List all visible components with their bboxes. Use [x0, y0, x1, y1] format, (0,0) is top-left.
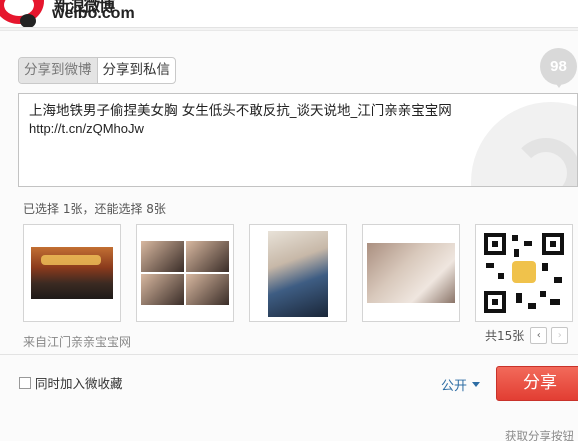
thumbnail-subway-closeup[interactable]	[362, 224, 460, 322]
next-page-button[interactable]: ›	[551, 327, 569, 344]
favorite-option[interactable]: 同时加入微收藏	[19, 373, 123, 392]
tab-share-to-private-message[interactable]: 分享到私信	[98, 58, 176, 83]
share-tabs: 分享到微博 分享到私信	[18, 57, 176, 84]
logo-url-text: weibo.com	[52, 5, 135, 22]
thumbnail-strip	[23, 224, 578, 324]
top-bar: 新浪微博 weibo.com	[0, 0, 578, 28]
prev-page-button[interactable]: ‹	[530, 327, 548, 344]
thumbnail-pager: 共15张 ‹ ›	[485, 327, 572, 344]
source-label: 来自江门亲亲宝宝网	[23, 335, 132, 349]
thumbnail-photo-collage[interactable]	[136, 224, 234, 322]
weibo-logo-icon[interactable]	[0, 0, 44, 27]
visibility-dropdown[interactable]: 公开	[441, 375, 481, 394]
thumbnail-subway-woman[interactable]	[249, 224, 347, 322]
thumbnail-qr-code[interactable]	[475, 224, 573, 322]
share-textarea[interactable]: 上海地铁男子偷捏美女胸 女生低头不敢反抗_谈天说地_江门亲亲宝宝网 http:/…	[18, 93, 578, 187]
share-button[interactable]: 分享	[496, 366, 578, 401]
caret-down-icon	[472, 382, 481, 387]
tab-share-to-weibo[interactable]: 分享到微博	[19, 58, 98, 83]
char-counter-badge: 98	[540, 48, 577, 88]
thumbnail-night-street-crowd[interactable]	[23, 224, 121, 322]
pager-count: 共15张	[485, 329, 525, 343]
favorite-label: 同时加入微收藏	[35, 376, 123, 391]
get-share-button-link[interactable]: 获取分享按钮	[505, 428, 574, 441]
divider	[0, 354, 578, 355]
share-panel: 分享到微博 分享到私信 98 上海地铁男子偷捏美女胸 女生低头不敢反抗_谈天说地…	[0, 30, 578, 441]
visibility-label: 公开	[441, 379, 468, 394]
share-text-url: http://t.cn/zQMhoJw	[29, 121, 144, 136]
share-text-title: 上海地铁男子偷捏美女胸 女生低头不敢反抗_谈天说地_江门亲亲宝宝网	[29, 103, 452, 119]
favorite-checkbox[interactable]	[19, 376, 31, 389]
selection-info: 已选择 1张，还能选择 8张	[23, 202, 166, 216]
qr-code-icon	[484, 233, 564, 313]
